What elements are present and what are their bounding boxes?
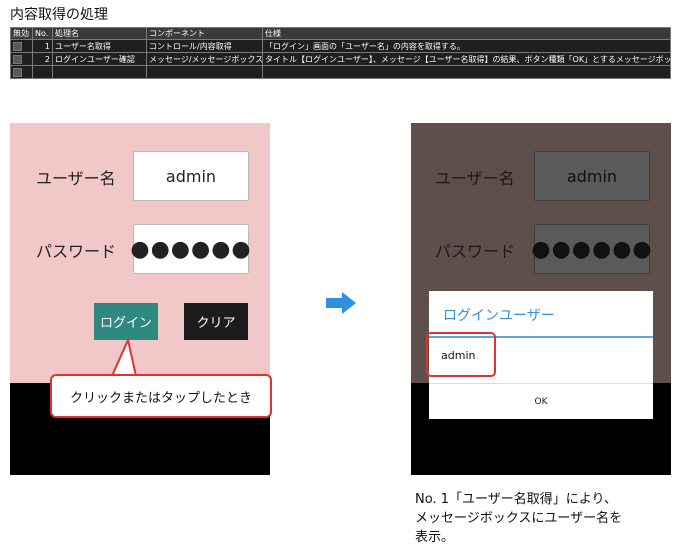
username-label: ユーザー名 [435, 169, 515, 188]
ok-button[interactable]: OK [429, 387, 653, 417]
spec-table: 無効 No. 処理名 コンポーネント 仕様 1 ユーザー名取得 コントロール/内… [10, 27, 671, 79]
note-line: No. 1「ユーザー名取得」により、 [415, 492, 617, 507]
row-component: メッセージ/メッセージボックス表示 [146, 52, 263, 66]
header-spec: 仕様 [262, 27, 671, 40]
password-input[interactable]: ●●●●●● [531, 224, 652, 274]
row-name: ログインユーザー確認 [52, 52, 147, 66]
right-arrow-icon [326, 292, 356, 314]
row-spec: 「ログイン」画面の「ユーザー名」の内容を取得する。 [262, 39, 671, 53]
username-input[interactable]: admin [133, 151, 249, 201]
row-no [32, 65, 53, 79]
table-row: 1 ユーザー名取得 コントロール/内容取得 「ログイン」画面の「ユーザー名」の内… [10, 39, 671, 53]
row-component [146, 65, 263, 79]
header-no: No. [32, 27, 53, 40]
row-no: 2 [32, 52, 53, 66]
explanation-note: No. 1「ユーザー名取得」により、 メッセージボックスにユーザー名を 表示。 [415, 490, 680, 547]
table-row: 2 ログインユーザー確認 メッセージ/メッセージボックス表示 タイトル【ログイン… [10, 52, 671, 66]
header-component: コンポーネント [146, 27, 263, 40]
note-line: 表示。 [415, 530, 455, 545]
login-screen-before: ユーザー名 admin パスワード ●●●●●● ログイン クリア [10, 123, 270, 475]
message-box-separator [429, 383, 653, 384]
username-input[interactable]: admin [534, 151, 650, 201]
message-highlight [426, 332, 496, 377]
page-title: 内容取得の処理 [10, 7, 108, 23]
password-input[interactable]: ●●●●●● [130, 224, 251, 274]
login-screen-after: ユーザー名 admin パスワード ●●●●●● ログインユーザー admin … [411, 123, 671, 475]
note-line: メッセージボックスにユーザー名を [415, 511, 623, 526]
event-callout: クリックまたはタップしたとき [50, 374, 272, 418]
password-label: パスワード [36, 242, 117, 261]
username-label: ユーザー名 [36, 169, 116, 188]
clear-button[interactable]: クリア [184, 303, 248, 340]
row-no: 1 [32, 39, 53, 53]
table-header-row: 無効 No. 処理名 コンポーネント 仕様 [10, 27, 671, 40]
row-spec [262, 65, 671, 79]
header-disabled: 無効 [10, 27, 33, 40]
message-box-title: ログインユーザー [443, 308, 555, 324]
disable-checkbox[interactable] [13, 41, 22, 51]
header-name: 処理名 [52, 27, 147, 40]
table-row [10, 65, 671, 79]
disable-checkbox[interactable] [13, 67, 22, 77]
password-label: パスワード [435, 242, 516, 261]
login-button[interactable]: ログイン [94, 303, 158, 340]
row-component: コントロール/内容取得 [146, 39, 263, 53]
row-name [52, 65, 147, 79]
row-spec: タイトル【ログインユーザー】、メッセージ【ユーザー名取得】の結果、ボタン種類「O… [262, 52, 671, 66]
disable-checkbox[interactable] [13, 54, 22, 64]
row-name: ユーザー名取得 [52, 39, 147, 53]
